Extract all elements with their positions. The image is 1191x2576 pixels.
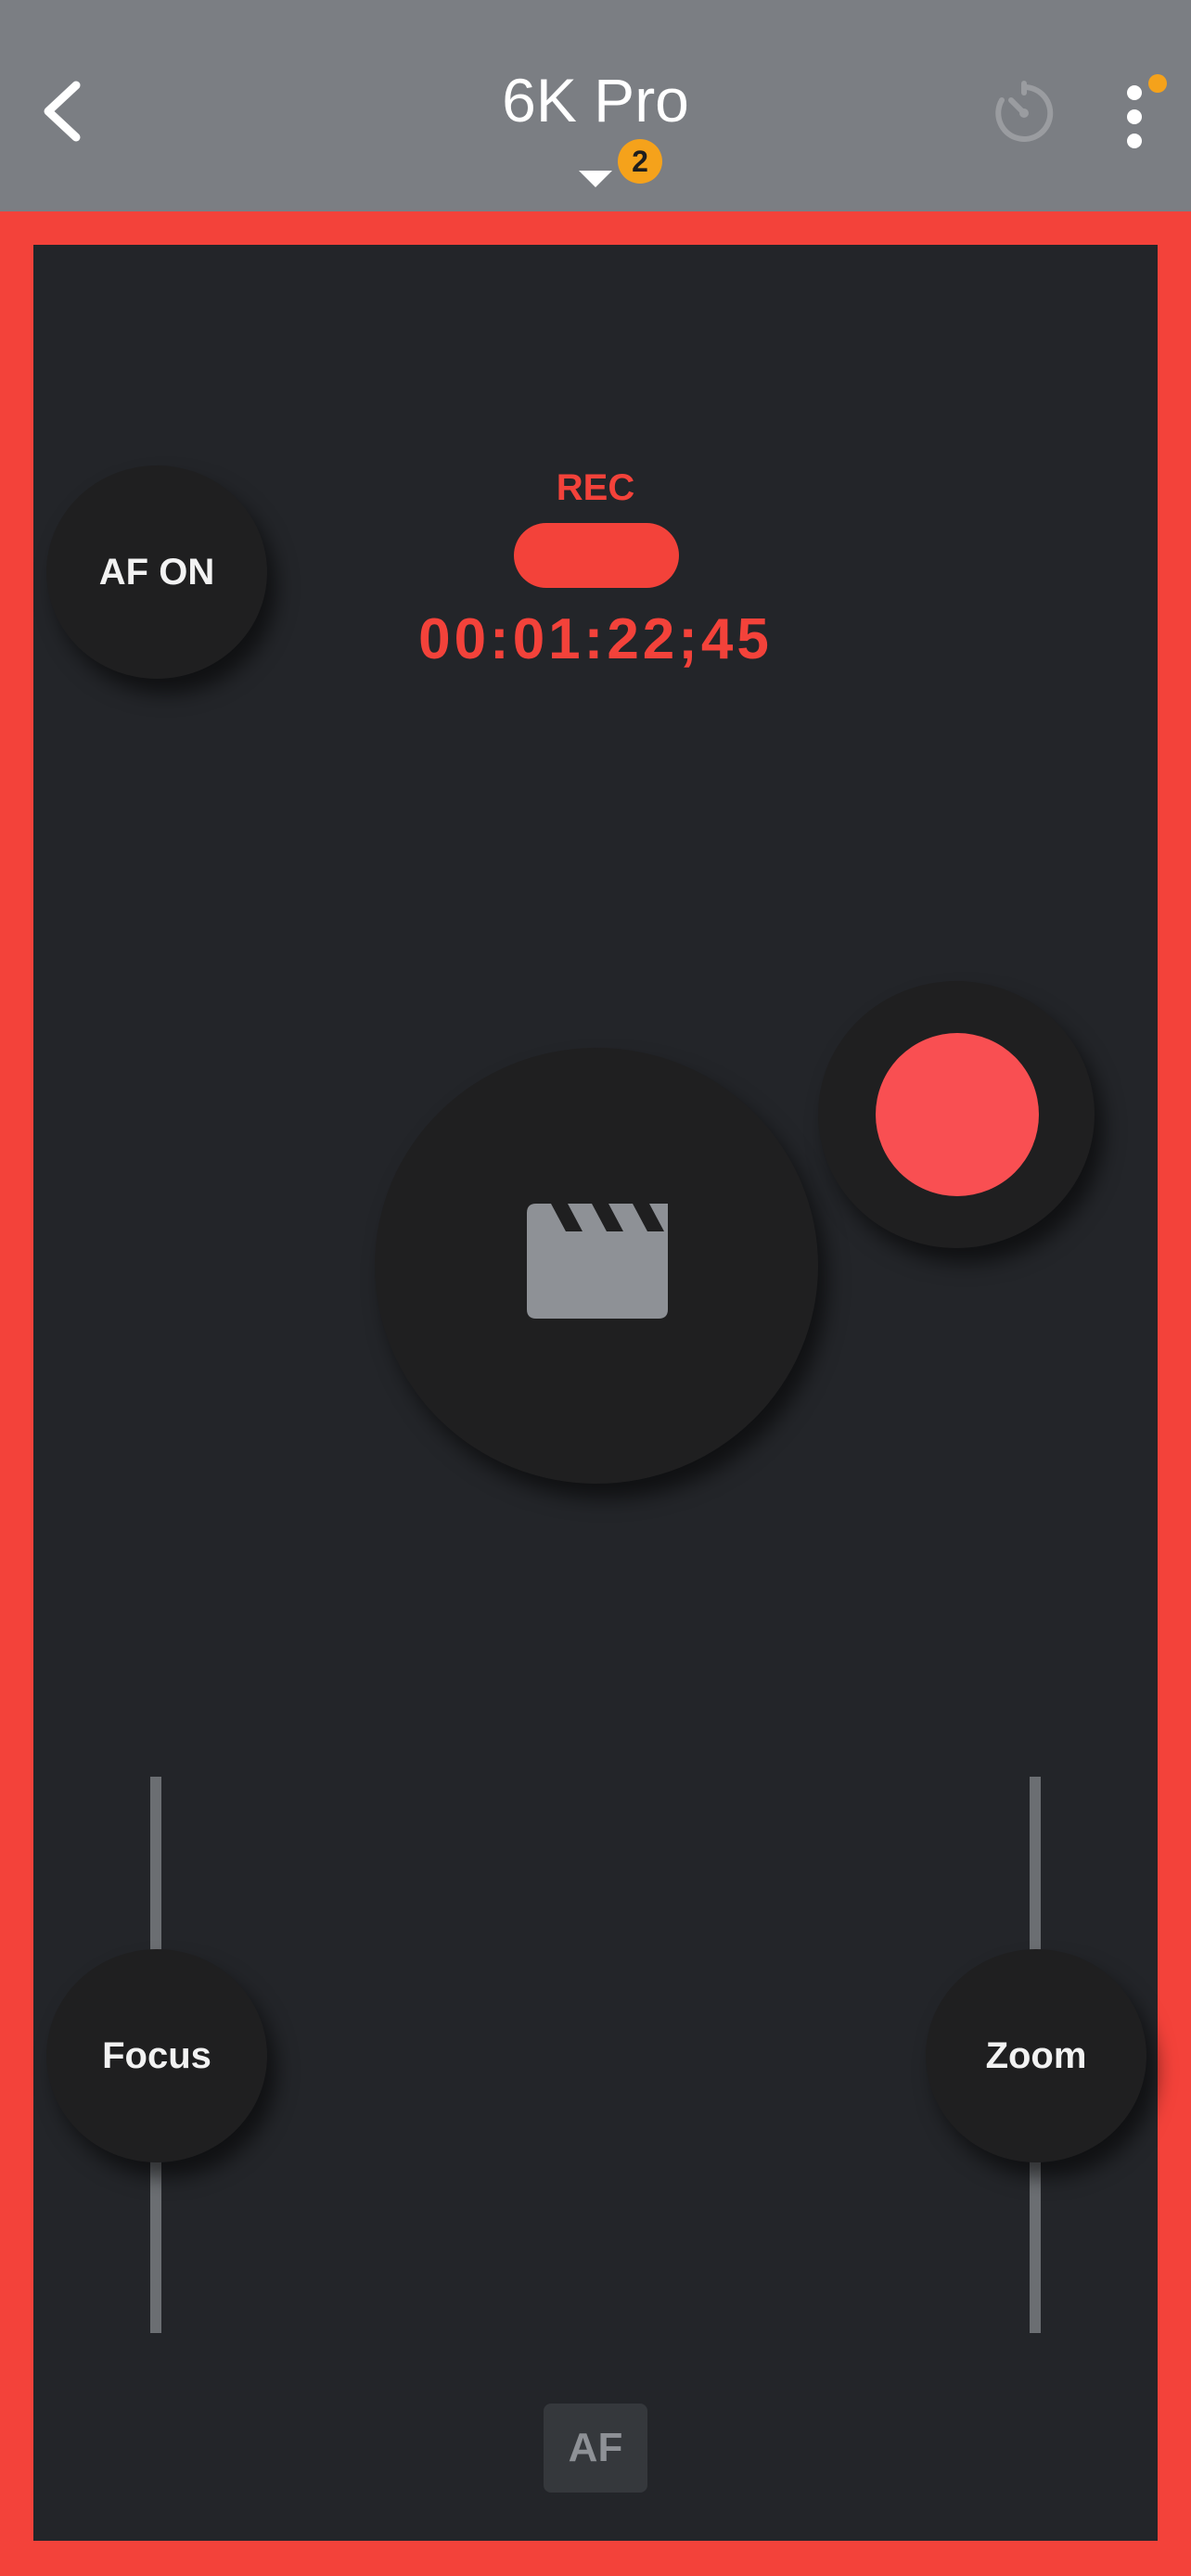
record-button[interactable]: [818, 981, 1095, 1248]
timer-icon: [995, 81, 1054, 142]
more-vertical-icon: [1127, 85, 1142, 100]
more-vertical-icon: [1127, 134, 1142, 148]
focus-label: Focus: [102, 2034, 211, 2076]
camera-selector-dropdown[interactable]: 2: [575, 139, 668, 195]
focus-slider-knob[interactable]: Focus: [46, 1949, 267, 2162]
record-dot-icon: [876, 1033, 1039, 1196]
clapperboard-icon: [527, 1204, 668, 1319]
timer-button[interactable]: [991, 80, 1057, 147]
notification-dot: [1148, 74, 1167, 93]
camera-count-badge: 2: [618, 139, 662, 184]
zoom-label: Zoom: [985, 2034, 1087, 2076]
rec-status-label: REC: [556, 467, 635, 508]
zoom-slider-knob[interactable]: Zoom: [926, 1949, 1146, 2162]
clapper-button[interactable]: [375, 1048, 818, 1484]
more-vertical-icon: [1127, 109, 1142, 124]
caret-down-icon: [579, 171, 612, 187]
timecode-display: 00:01:22;45: [418, 607, 773, 671]
rec-indicator: [514, 523, 679, 588]
remote-control-panel: AF ON REC 00:01:22;45 Focus Zoom AF: [33, 245, 1158, 2541]
top-bar: 6K Pro 2: [0, 0, 1191, 211]
af-button[interactable]: AF: [544, 2404, 647, 2493]
